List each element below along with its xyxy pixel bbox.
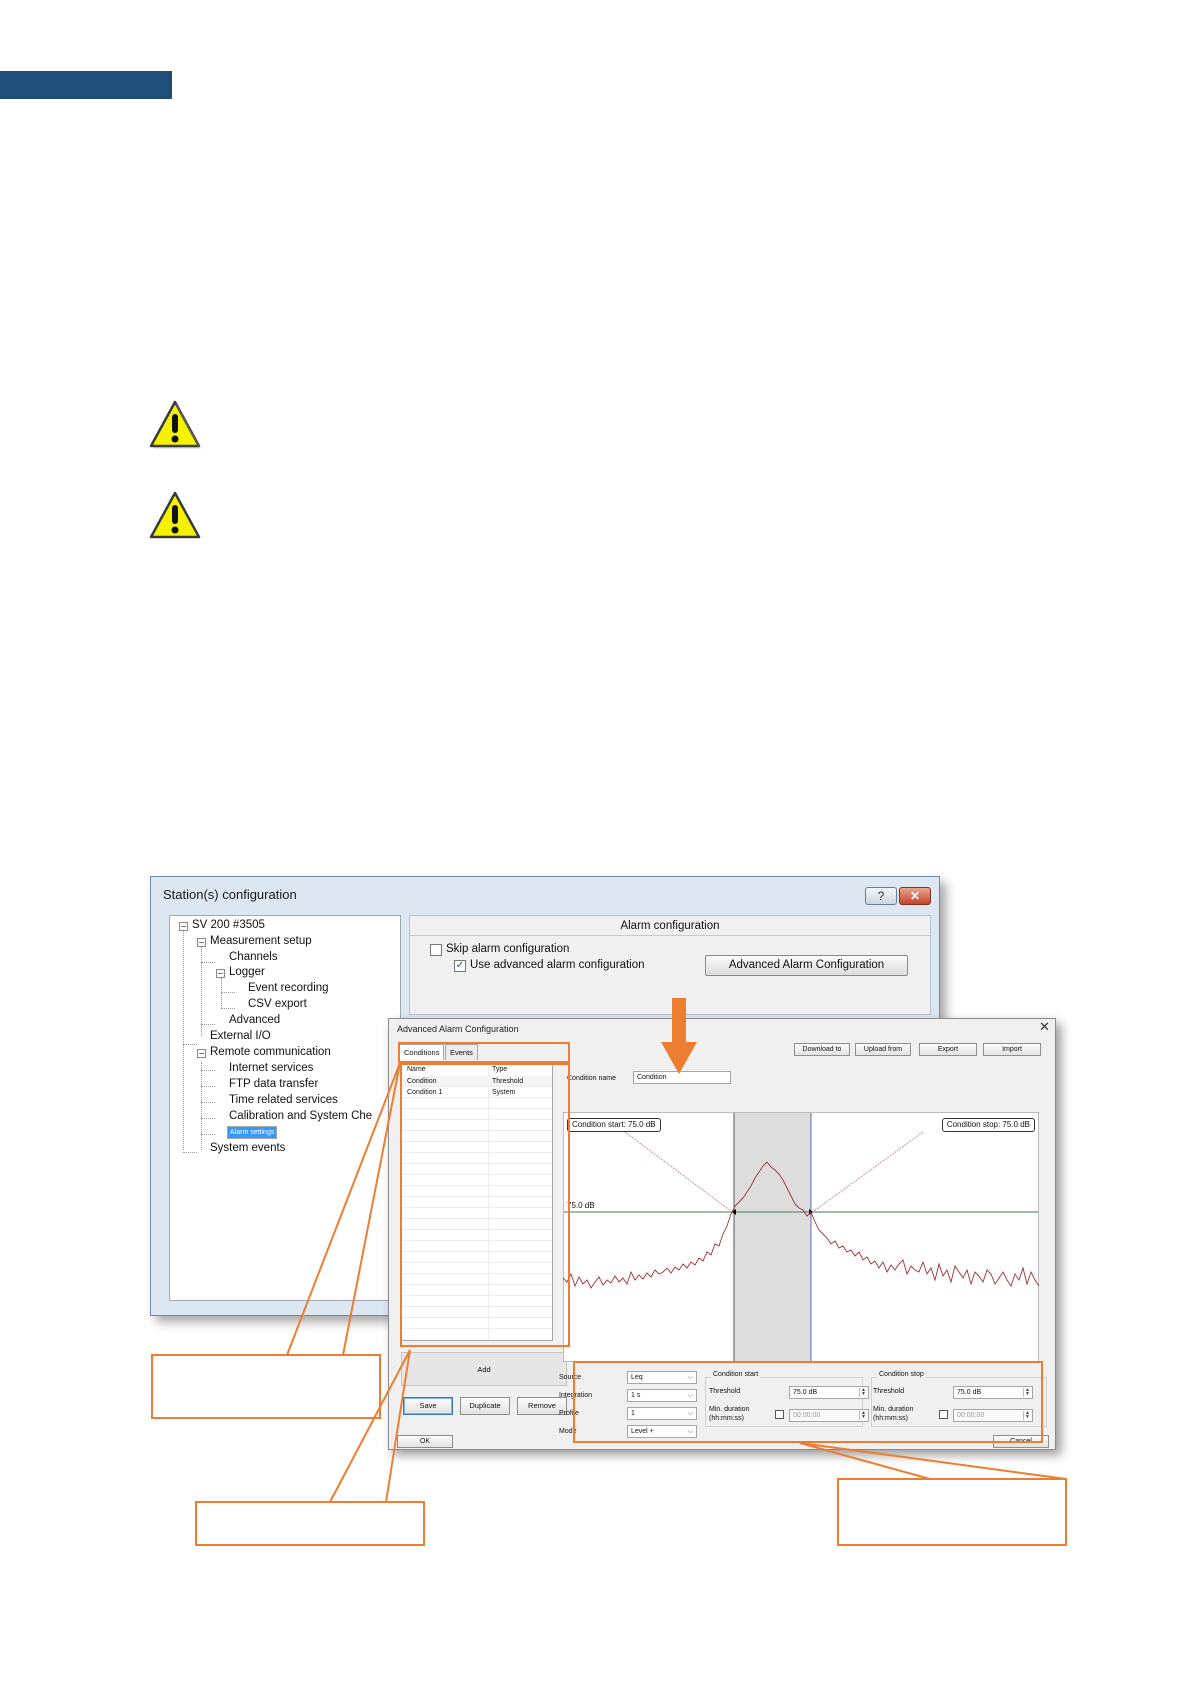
import-button[interactable]: Import	[983, 1043, 1041, 1056]
tabs-highlight	[398, 1042, 570, 1063]
tree-item-logger[interactable]: Logger	[229, 966, 265, 978]
tree-item-internet-services[interactable]: Internet services	[229, 1062, 313, 1074]
condition-name-input[interactable]: Condition	[633, 1071, 731, 1084]
tree-item-remote-communication[interactable]: Remote communication	[210, 1046, 331, 1058]
tree-item-alarm-settings[interactable]: Alarm settings	[227, 1126, 278, 1139]
tree-item-csv-export[interactable]: CSV export	[248, 998, 307, 1010]
warning-icon	[149, 400, 201, 449]
tree-item-system-events[interactable]: System events	[210, 1142, 285, 1154]
tree-item-calibration[interactable]: Calibration and System Che	[229, 1110, 372, 1122]
warning-icon	[149, 491, 201, 539]
save-button[interactable]: Save	[403, 1397, 453, 1415]
tree-item-channels[interactable]: Channels	[229, 951, 278, 963]
use-advanced-checkbox[interactable]: ✓	[454, 960, 466, 972]
window-title: Station(s) configuration	[163, 887, 297, 902]
collapse-icon[interactable]: −	[197, 1049, 206, 1058]
skip-alarm-checkbox[interactable]	[430, 944, 442, 956]
settings-highlight	[573, 1361, 1043, 1443]
export-button[interactable]: Export	[919, 1043, 977, 1056]
tree-item-root[interactable]: SV 200 #3505	[192, 919, 265, 931]
tree-item-time-related-services[interactable]: Time related services	[229, 1094, 338, 1106]
section-header-bar	[0, 71, 172, 99]
tree-item-ftp-data-transfer[interactable]: FTP data transfer	[229, 1078, 318, 1090]
alarm-preview-chart: Condition start: 75.0 dB Condition stop:…	[562, 1111, 1040, 1363]
tree-item-event-recording[interactable]: Event recording	[248, 982, 329, 994]
add-button[interactable]: Add	[401, 1352, 567, 1386]
alarm-panel-header: Alarm configuration	[410, 916, 930, 936]
threshold-level-label: 75.0 dB	[567, 1201, 595, 1210]
close-icon[interactable]: ✕	[1039, 1020, 1050, 1035]
close-button[interactable]: ✕	[899, 887, 931, 905]
use-advanced-label: Use advanced alarm configuration	[470, 959, 645, 971]
condition-stop-label: Condition stop: 75.0 dB	[941, 1118, 1035, 1132]
collapse-icon[interactable]: −	[179, 922, 188, 931]
duplicate-button[interactable]: Duplicate	[460, 1397, 510, 1415]
condition-name-label: Condition name	[567, 1075, 617, 1082]
advanced-alarm-configuration-button[interactable]: Advanced Alarm Configuration	[705, 955, 908, 976]
download-button[interactable]: Download to	[794, 1043, 850, 1056]
dialog-title: Advanced Alarm Configuration	[397, 1024, 519, 1034]
upload-button[interactable]: Upload from	[855, 1043, 911, 1056]
list-highlight	[400, 1063, 570, 1347]
collapse-icon[interactable]: −	[197, 938, 206, 947]
skip-alarm-label: Skip alarm configuration	[446, 943, 570, 955]
tree-item-measurement-setup[interactable]: Measurement setup	[210, 935, 312, 947]
condition-start-label: Condition start: 75.0 dB	[567, 1118, 661, 1132]
tree-item-advanced[interactable]: Advanced	[229, 1014, 280, 1026]
ok-button[interactable]: OK	[397, 1435, 453, 1448]
tree-item-external-io[interactable]: External I/O	[210, 1030, 271, 1042]
collapse-icon[interactable]: −	[216, 969, 225, 978]
configuration-tree[interactable]: − SV 200 #3505 − Measurement setup Chann…	[169, 915, 401, 1301]
help-button[interactable]: ?	[865, 887, 897, 905]
